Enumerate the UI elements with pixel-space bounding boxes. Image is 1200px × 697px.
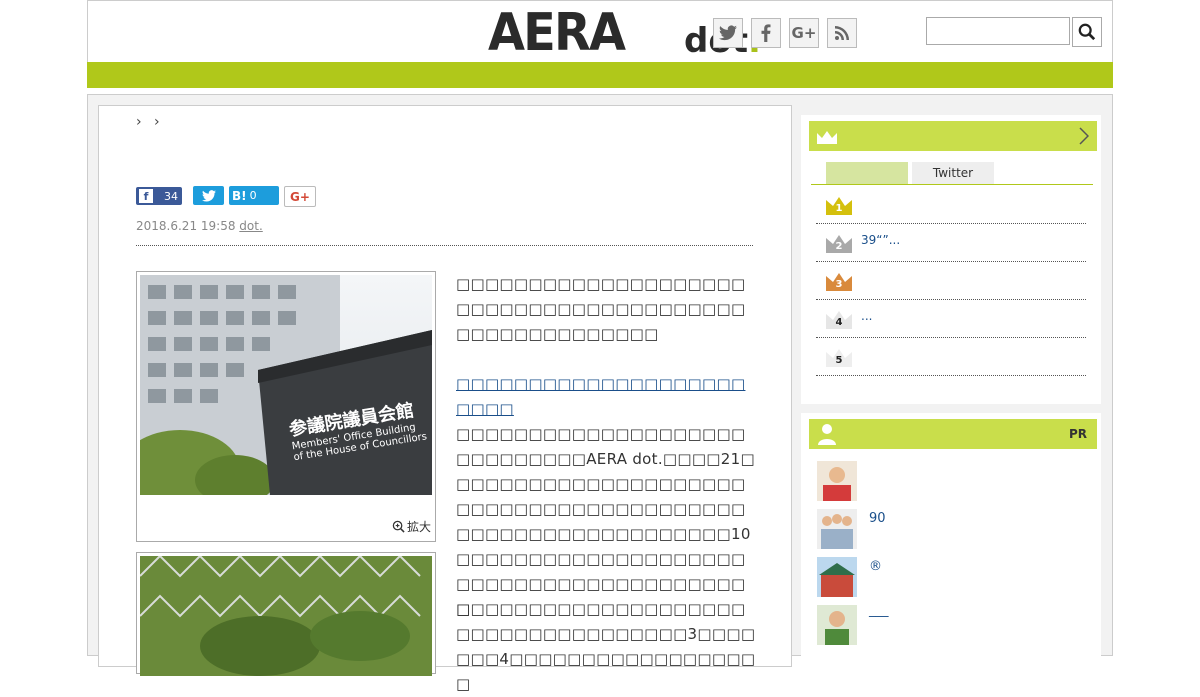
article-paragraph: □□□□□□□□□□□□□□□□□□□□□□□□□□□□□AERA dot.□□… (456, 425, 755, 618)
pr-header: PR (809, 419, 1097, 449)
facebook-share-button[interactable]: f 34 (136, 187, 182, 205)
twitter-icon[interactable] (713, 18, 743, 48)
pr-thumbnail[interactable] (817, 557, 857, 597)
rss-icon[interactable] (827, 18, 857, 48)
ranking-panel: Twitter 1 2 39“”... 3 4 ... 5 (801, 115, 1101, 404)
pr-panel: PR 90 ® ___ (801, 413, 1101, 673)
ranking-item[interactable]: 1 (816, 186, 1086, 224)
search-icon (1078, 23, 1096, 41)
zoom-icon (392, 520, 405, 533)
facebook-icon[interactable] (751, 18, 781, 48)
ranking-item-title: 39“”... (861, 233, 901, 247)
person-icon (818, 424, 836, 445)
twitter-icon (201, 189, 216, 202)
ranking-item-title: ... (861, 309, 873, 323)
pr-thumbnail[interactable] (817, 605, 857, 645)
tab-twitter[interactable]: Twitter (912, 162, 994, 184)
article-photo[interactable]: 参議院議員会館 Members' Office Building of the … (136, 271, 436, 542)
pr-label: PR (1068, 427, 1087, 441)
article: › › f 34 B! 0 G+ 2018.6.21 19:58 dot. 参議… (98, 105, 792, 693)
pr-item-title[interactable]: 90 (869, 511, 886, 526)
site-logo[interactable]: AERA dot. (488, 3, 761, 63)
ranking-item[interactable]: 3 (816, 262, 1086, 300)
rank-3-crown-icon: 3 (824, 270, 854, 292)
ranking-tabs: Twitter (811, 162, 1093, 185)
article-photo[interactable] (136, 552, 436, 676)
article-date: 2018.6.21 19:58 (136, 219, 236, 233)
hatena-count: 0 (249, 189, 257, 202)
pr-item-title[interactable]: ___ (869, 603, 889, 618)
hatena-bookmark-button[interactable]: B! 0 (229, 186, 279, 205)
rank-5-crown-icon: 5 (824, 346, 854, 368)
article-paragraph: □□□□□□□□□□□□□□□□□□□□□□□□□□□□□□□□□□□□□□□□… (456, 275, 746, 343)
crown-icon (817, 131, 837, 144)
search-input[interactable] (926, 17, 1070, 45)
zoom-button[interactable]: 拡大 (392, 518, 431, 535)
facebook-icon: f (139, 189, 153, 203)
chevron-right-icon (1079, 127, 1089, 145)
rank-1-crown-icon: 1 (824, 194, 854, 216)
site-header: AERA dot. G+ (87, 0, 1113, 63)
content-area: › › f 34 B! 0 G+ 2018.6.21 19:58 dot. 参議… (87, 94, 1113, 693)
article-author-link[interactable]: dot. (239, 219, 262, 233)
ranking-header[interactable] (809, 121, 1097, 151)
ranking-item[interactable]: 4 ... (816, 300, 1086, 338)
nav-bar (87, 62, 1113, 88)
pr-thumbnail[interactable] (817, 509, 857, 549)
pr-thumbnail[interactable] (817, 461, 857, 501)
search-button[interactable] (1072, 17, 1102, 47)
divider (136, 245, 753, 246)
breadcrumb-separator: › (154, 114, 160, 130)
article-paragraph: □□□□□□□□□□□□□□□□□□□□□□□□□□□□□□□□□□□□3□□□… (456, 600, 756, 693)
ranking-item[interactable]: 2 39“”... (816, 224, 1086, 262)
logo-aera-text: AERA (488, 3, 626, 63)
ranking-item[interactable]: 5 (816, 338, 1086, 376)
rank-2-crown-icon: 2 (824, 232, 854, 254)
article-related-link[interactable]: □□□□□□□□□□□□□□□□□□□□□□□□ (456, 372, 756, 422)
article-meta: 2018.6.21 19:58 dot. (136, 219, 263, 233)
rank-4-crown-icon: 4 (824, 308, 854, 330)
building-photo: 参議院議員会館 Members' Office Building of the … (140, 275, 432, 495)
google-plus-icon[interactable]: G+ (789, 18, 819, 48)
tab-ranking[interactable] (826, 162, 908, 184)
pr-item-title[interactable]: ® (869, 559, 882, 574)
zoom-label: 拡大 (406, 520, 431, 534)
twitter-share-button[interactable] (193, 186, 224, 205)
facebook-share-count: 34 (164, 189, 178, 203)
plant-photo (140, 556, 432, 676)
breadcrumb-separator: › (136, 114, 142, 130)
hatena-label: B! (232, 188, 247, 203)
google-plus-share-button[interactable]: G+ (284, 186, 316, 207)
